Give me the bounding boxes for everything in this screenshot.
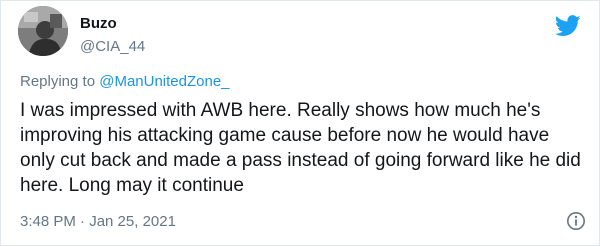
reply-mention-link[interactable]: @ManUnitedZone_ xyxy=(99,73,229,90)
user-handle[interactable]: @CIA_44 xyxy=(80,38,145,55)
tweet-timestamp[interactable]: 3:48 PM · Jan 25, 2021 xyxy=(20,213,176,230)
avatar-image xyxy=(18,6,68,56)
avatar[interactable] xyxy=(18,6,68,56)
tweet-text: I was impressed with AWB here. Really sh… xyxy=(20,100,581,196)
info-icon[interactable] xyxy=(566,211,586,231)
replying-to-label: Replying to xyxy=(20,73,100,90)
tweet-card: Buzo @CIA_44 Replying to @ManUnitedZone_… xyxy=(0,0,600,246)
display-name[interactable]: Buzo xyxy=(80,15,117,32)
replying-to: Replying to @ManUnitedZone_ xyxy=(20,73,230,90)
twitter-bird-icon[interactable] xyxy=(554,15,581,37)
